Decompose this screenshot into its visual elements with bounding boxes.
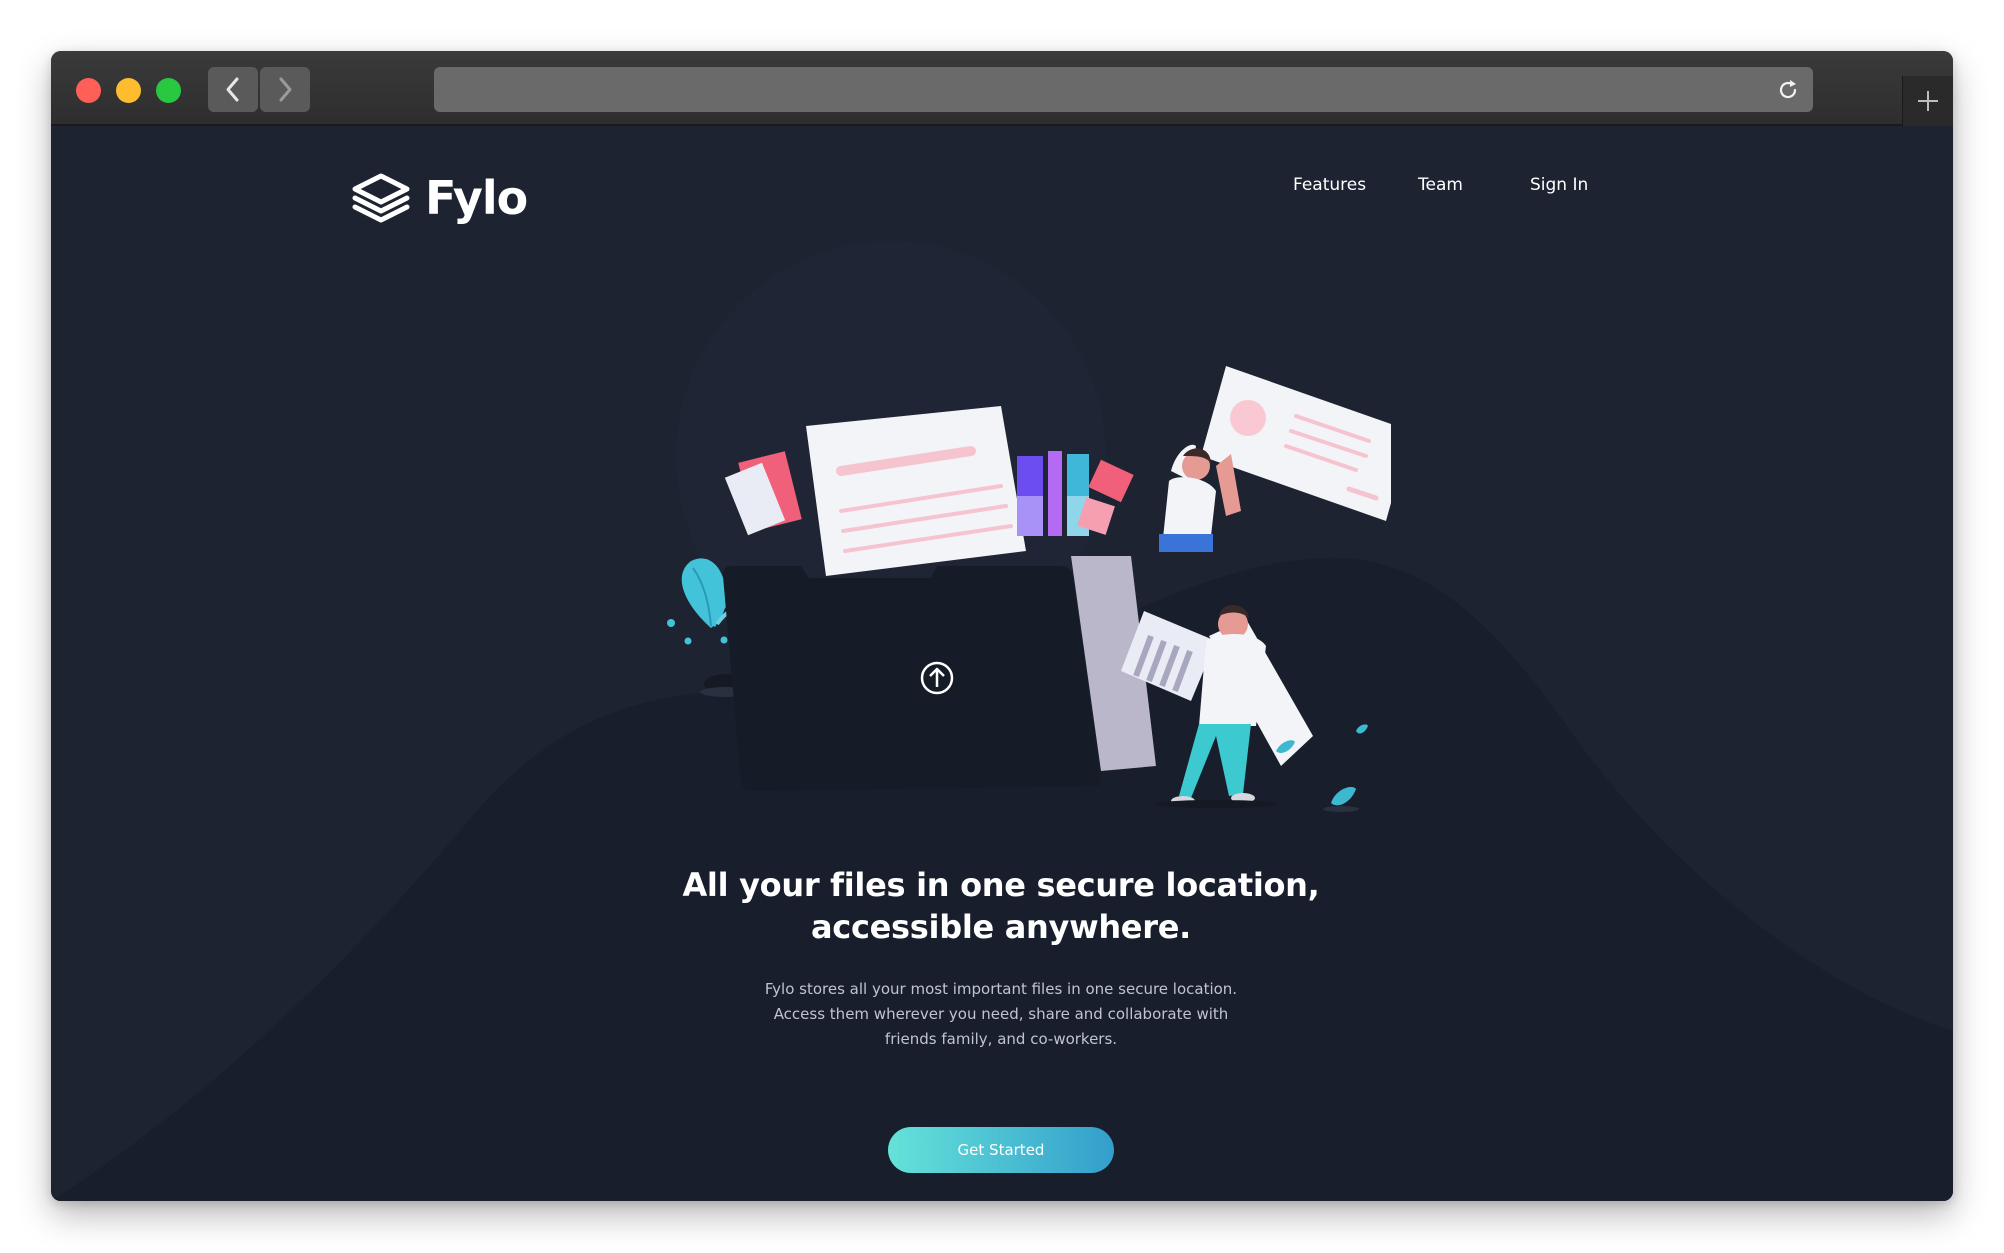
hero-description-line-2: Access them wherever you need, share and… [773, 1005, 1229, 1023]
fylo-logo[interactable]: Fylo [351, 170, 528, 226]
person-bottom-figure [1121, 604, 1313, 808]
hero-illustration [667, 366, 1391, 812]
minimize-window-button[interactable] [116, 78, 141, 103]
maximize-window-button[interactable] [156, 78, 181, 103]
plus-icon [1918, 91, 1938, 111]
hero-headline: All your files in one secure location, a… [551, 864, 1451, 948]
hero-description-line-3: friends family, and co-workers. [884, 1030, 1118, 1048]
reload-icon[interactable] [1775, 77, 1801, 103]
hero-headline-line-1: All your files in one secure location, [682, 866, 1320, 904]
folder-graphic [723, 556, 1156, 791]
folder-back-papers [724, 406, 1134, 576]
new-tab-button[interactable] [1902, 76, 1953, 126]
nav-link-sign-in[interactable]: Sign In [1530, 174, 1588, 196]
nav-link-team[interactable]: Team [1418, 174, 1463, 196]
address-bar[interactable] [434, 67, 1813, 112]
page-viewport: Fylo Features Team Sign In All your file… [51, 126, 1953, 1201]
get-started-button[interactable]: Get Started [888, 1127, 1114, 1173]
forward-button[interactable] [260, 67, 310, 112]
browser-titlebar [51, 51, 1953, 126]
back-button[interactable] [208, 67, 258, 112]
chevron-right-icon [279, 77, 292, 102]
nav-link-features[interactable]: Features [1293, 174, 1366, 196]
screenshot-page: Fylo Features Team Sign In All your file… [0, 0, 2004, 1253]
layers-logo-icon [352, 173, 410, 223]
person-top-figure [1159, 444, 1241, 552]
close-window-button[interactable] [76, 78, 101, 103]
logo-text: Fylo [425, 171, 528, 225]
browser-window: Fylo Features Team Sign In All your file… [51, 51, 1953, 1201]
hero-description: Fylo stores all your most important file… [651, 977, 1351, 1052]
hero-headline-line-2: accessible anywhere. [811, 908, 1191, 946]
chevron-left-icon [226, 77, 239, 102]
hero-description-line-1: Fylo stores all your most important file… [764, 980, 1238, 998]
